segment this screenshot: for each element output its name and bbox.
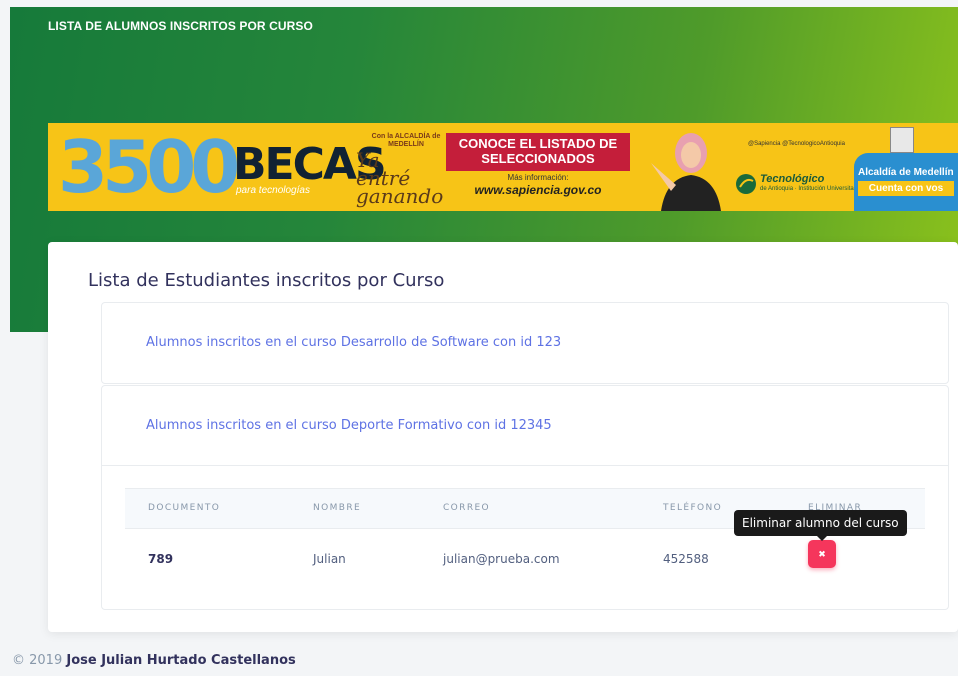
becas-banner[interactable]: 3500 BECAS para tecnologías Con la ALCAL… [48, 123, 958, 211]
leaf-icon [736, 174, 756, 194]
banner-alcaldia-small: Con la ALCALDÍA de MEDELLÍN [371, 133, 441, 148]
banner-ya-entre: Ya entré ganando [356, 148, 444, 208]
crest-icon [890, 127, 914, 153]
banner-number: 3500 [58, 125, 240, 209]
page-title: Lista de Estudiantes inscritos por Curso [88, 270, 445, 291]
banner-social: @Sapiencia @TecnologicoAntioquia [748, 141, 845, 147]
cell-telefono: 452588 [663, 552, 709, 566]
cell-documento: 789 [148, 552, 174, 566]
footer-author[interactable]: Jose Julian Hurtado Castellanos [66, 653, 295, 668]
banner-person-image [651, 133, 721, 211]
footer-copyright: © 2019 [12, 653, 63, 668]
banner-mas-info: Más información: [507, 173, 569, 182]
cell-correo: julian@prueba.com [443, 552, 560, 566]
cell-nombre: Julian [313, 552, 346, 566]
course-panel[interactable]: Alumnos inscritos en el curso Deporte Fo… [101, 385, 949, 610]
students-card: Lista de Estudiantes inscritos por Curso… [48, 242, 958, 632]
divider [102, 465, 948, 466]
delete-tooltip: Eliminar alumno del curso [734, 510, 907, 536]
column-header-correo: CORREO [443, 503, 491, 513]
banner-cuenta: Cuenta con vos [858, 181, 954, 196]
banner-tecnologico: Tecnológico [760, 173, 825, 185]
delete-student-button[interactable]: ✖ [808, 540, 836, 568]
banner-tecnologias: para tecnologías [236, 185, 310, 196]
column-header-telefono: TELÉFONO [663, 503, 723, 513]
tooltip-arrow [817, 536, 827, 541]
course-panel[interactable]: Alumnos inscritos en el curso Desarrollo… [101, 302, 949, 384]
column-header-documento: DOCUMENTO [148, 503, 221, 513]
column-header-nombre: NOMBRE [313, 503, 362, 513]
course-heading[interactable]: Alumnos inscritos en el curso Desarrollo… [146, 335, 561, 350]
banner-alcaldia: Alcaldía de Medellín [858, 167, 954, 178]
header-title: LISTA DE ALUMNOS INSCRITOS POR CURSO [48, 19, 313, 33]
banner-tecnologico-sub: de Antioquia · Institución Universitaria [760, 186, 861, 192]
banner-url: www.sapiencia.gov.co [474, 183, 602, 197]
times-icon: ✖ [818, 549, 826, 559]
banner-box-title: CONOCE EL LISTADO DE SELECCIONADOS [446, 133, 630, 171]
footer: © 2019 Jose Julian Hurtado Castellanos [12, 653, 296, 668]
course-heading[interactable]: Alumnos inscritos en el curso Deporte Fo… [146, 418, 552, 433]
